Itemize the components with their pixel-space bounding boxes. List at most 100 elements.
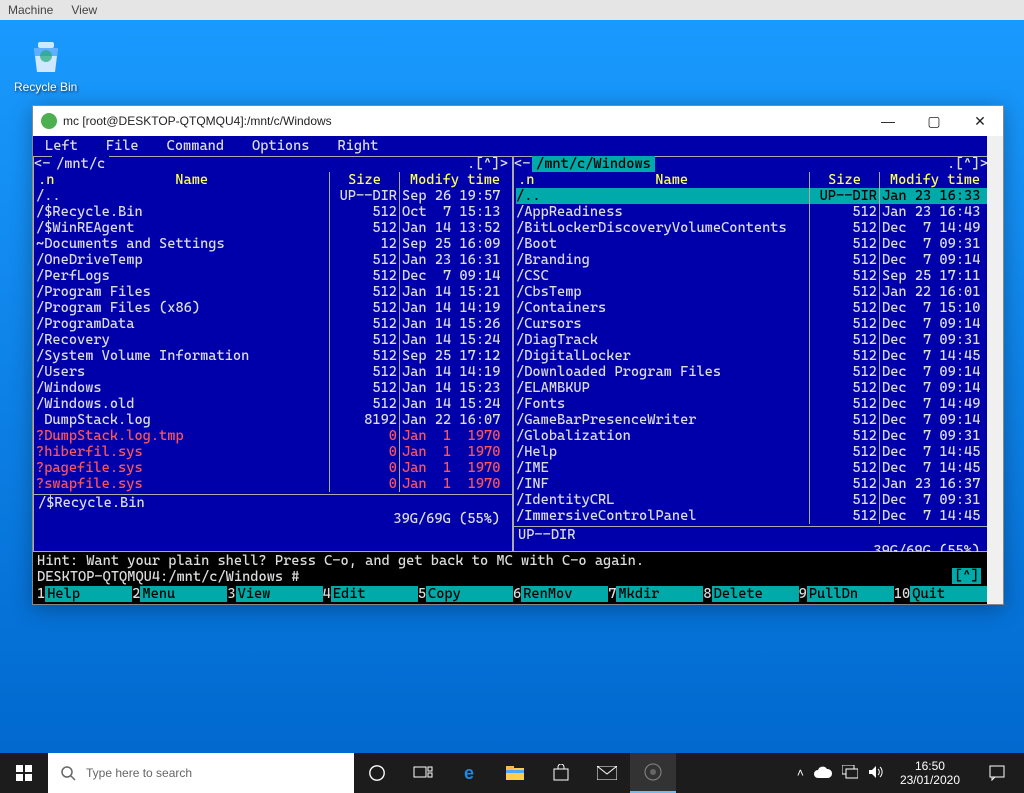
- right-panel-path[interactable]: /mnt/c/Windows: [532, 156, 655, 172]
- file-row[interactable]: /..UP--DIRJan 23 16:33: [516, 188, 990, 204]
- file-row[interactable]: ?DumpStack.log.tmp0Jan 1 1970: [36, 428, 510, 444]
- taskbar-search[interactable]: Type here to search: [48, 753, 354, 793]
- fkey-renmov[interactable]: 6RenMov: [513, 586, 608, 602]
- file-row[interactable]: /AppReadiness512Jan 23 16:43: [516, 204, 990, 220]
- file-row[interactable]: /Recovery512Jan 14 15:24: [36, 332, 510, 348]
- panel-nav-left-icon[interactable]: <-: [34, 156, 50, 172]
- left-file-list[interactable]: /..UP--DIRSep 26 19:57/$Recycle.Bin512Oc…: [34, 188, 512, 492]
- file-row[interactable]: ?swapfile.sys0Jan 1 1970: [36, 476, 510, 492]
- file-row[interactable]: ?pagefile.sys0Jan 1 1970: [36, 460, 510, 476]
- start-button[interactable]: [0, 753, 48, 793]
- desktop-recycle-bin[interactable]: Recycle Bin: [14, 36, 77, 94]
- file-row[interactable]: /$WinREAgent512Jan 14 13:52: [36, 220, 510, 236]
- fkey-quit[interactable]: 10Quit: [894, 586, 989, 602]
- file-row[interactable]: /System Volume Information512Sep 25 17:1…: [36, 348, 510, 364]
- task-explorer[interactable]: [492, 753, 538, 793]
- fkey-menu[interactable]: 2Menu: [132, 586, 227, 602]
- file-row[interactable]: /ProgramData512Jan 14 15:26: [36, 316, 510, 332]
- system-tray[interactable]: ˄ 16:50 23/01/2020: [797, 753, 1024, 793]
- file-row[interactable]: /Program Files (x86)512Jan 14 14:19: [36, 300, 510, 316]
- file-row[interactable]: /Users512Jan 14 14:19: [36, 364, 510, 380]
- window-title: mc [root@DESKTOP-QTQMQU4]:/mnt/c/Windows: [63, 114, 332, 128]
- mc-menubar[interactable]: Left File Command Options Right: [33, 136, 993, 156]
- fkey-mkdir[interactable]: 7Mkdir: [608, 586, 703, 602]
- file-row[interactable]: /DigitalLocker512Dec 7 14:45: [516, 348, 990, 364]
- maximize-button[interactable]: ▢: [911, 106, 957, 136]
- file-row[interactable]: /ELAMBKUP512Dec 7 09:14: [516, 380, 990, 396]
- close-button[interactable]: ✕: [957, 106, 1003, 136]
- file-row[interactable]: ?hiberfil.sys0Jan 1 1970: [36, 444, 510, 460]
- right-file-list[interactable]: /..UP--DIRJan 23 16:33/AppReadiness512Ja…: [514, 188, 992, 524]
- vertical-scrollbar[interactable]: [987, 136, 1003, 604]
- volume-icon[interactable]: [868, 765, 884, 782]
- task-taskview[interactable]: [400, 753, 446, 793]
- onedrive-icon[interactable]: [814, 766, 832, 781]
- mc-menu-file[interactable]: File: [98, 138, 159, 154]
- shell-hint: Hint: Want your plain shell? Press C-o, …: [37, 553, 989, 569]
- notifications-icon[interactable]: [976, 765, 1018, 781]
- right-status: UP--DIR: [514, 526, 992, 543]
- window-titlebar[interactable]: mc [root@DESKTOP-QTQMQU4]:/mnt/c/Windows…: [33, 106, 1003, 136]
- search-icon: [60, 765, 76, 781]
- mc-menu-right[interactable]: Right: [329, 138, 398, 154]
- file-row[interactable]: /IdentityCRL512Dec 7 09:31: [516, 492, 990, 508]
- left-panel-path[interactable]: /mnt/c: [52, 156, 109, 172]
- file-row[interactable]: /Globalization512Dec 7 09:31: [516, 428, 990, 444]
- left-panel-corner[interactable]: .[^]>: [467, 156, 508, 172]
- vm-menu-machine[interactable]: Machine: [8, 3, 53, 17]
- file-row[interactable]: /GameBarPresenceWriter512Dec 7 09:14: [516, 412, 990, 428]
- taskbar[interactable]: Type here to search e ˄ 16:50 23/01/2020: [0, 753, 1024, 793]
- network-icon[interactable]: [842, 765, 858, 782]
- file-row[interactable]: /CbsTemp512Jan 22 16:01: [516, 284, 990, 300]
- file-row[interactable]: ~Documents and Settings12Sep 25 16:09: [36, 236, 510, 252]
- fkey-delete[interactable]: 8Delete: [703, 586, 798, 602]
- panel-nav-left-icon[interactable]: <-: [514, 156, 530, 172]
- task-store[interactable]: [538, 753, 584, 793]
- file-row[interactable]: /Cursors512Dec 7 09:14: [516, 316, 990, 332]
- task-edge[interactable]: e: [446, 753, 492, 793]
- file-row[interactable]: /Windows512Jan 14 15:23: [36, 380, 510, 396]
- right-panel-corner[interactable]: .[^]>: [947, 156, 988, 172]
- fkey-edit[interactable]: 4Edit: [323, 586, 418, 602]
- file-row[interactable]: /Branding512Dec 7 09:14: [516, 252, 990, 268]
- tray-up-icon[interactable]: ˄: [797, 766, 804, 780]
- file-row[interactable]: /OneDriveTemp512Jan 23 16:31: [36, 252, 510, 268]
- file-row[interactable]: /Program Files512Jan 14 15:21: [36, 284, 510, 300]
- file-row[interactable]: /Downloaded Program Files512Dec 7 09:14: [516, 364, 990, 380]
- file-row[interactable]: /ImmersiveControlPanel512Dec 7 14:45: [516, 508, 990, 524]
- right-panel[interactable]: <- /mnt/c/Windows .[^]> .nName Size Modi…: [513, 156, 993, 552]
- file-row[interactable]: DumpStack.log8192Jan 22 16:07: [36, 412, 510, 428]
- task-cortana[interactable]: [354, 753, 400, 793]
- file-row[interactable]: /BitLockerDiscoveryVolumeContents512Dec …: [516, 220, 990, 236]
- vm-menu-view[interactable]: View: [71, 3, 97, 17]
- file-row[interactable]: /IME512Dec 7 14:45: [516, 460, 990, 476]
- task-terminal[interactable]: [630, 753, 676, 793]
- taskbar-clock[interactable]: 16:50 23/01/2020: [894, 759, 966, 787]
- app-icon: [41, 113, 57, 129]
- file-row[interactable]: /..UP--DIRSep 26 19:57: [36, 188, 510, 204]
- mc-menu-options[interactable]: Options: [244, 138, 329, 154]
- file-row[interactable]: /CSC512Sep 25 17:11: [516, 268, 990, 284]
- file-row[interactable]: /Fonts512Dec 7 14:49: [516, 396, 990, 412]
- fkey-help[interactable]: 1Help: [37, 586, 132, 602]
- mc-menu-command[interactable]: Command: [159, 138, 244, 154]
- task-mail[interactable]: [584, 753, 630, 793]
- shell-area[interactable]: Hint: Want your plain shell? Press C-o, …: [33, 552, 993, 586]
- file-row[interactable]: /PerfLogs512Dec 7 09:14: [36, 268, 510, 284]
- file-row[interactable]: /Containers512Dec 7 15:10: [516, 300, 990, 316]
- function-keys[interactable]: 1Help2Menu3View4Edit5Copy6RenMov7Mkdir8D…: [33, 586, 993, 604]
- mc-menu-left[interactable]: Left: [37, 138, 98, 154]
- file-row[interactable]: /Windows.old512Jan 14 15:24: [36, 396, 510, 412]
- left-panel[interactable]: <- /mnt/c .[^]> .nName Size Modify time …: [33, 156, 513, 552]
- vm-menubar[interactable]: Machine View: [0, 0, 1024, 20]
- file-row[interactable]: /Help512Dec 7 14:45: [516, 444, 990, 460]
- fkey-pulldn[interactable]: 9PullDn: [799, 586, 894, 602]
- fkey-copy[interactable]: 5Copy: [418, 586, 513, 602]
- file-row[interactable]: /$Recycle.Bin512Oct 7 15:13: [36, 204, 510, 220]
- minimize-button[interactable]: —: [865, 106, 911, 136]
- file-row[interactable]: /DiagTrack512Dec 7 09:31: [516, 332, 990, 348]
- file-row[interactable]: /INF512Jan 23 16:37: [516, 476, 990, 492]
- file-row[interactable]: /Boot512Dec 7 09:31: [516, 236, 990, 252]
- shell-prompt[interactable]: DESKTOP-QTQMQU4:/mnt/c/Windows #: [37, 569, 989, 585]
- fkey-view[interactable]: 3View: [227, 586, 322, 602]
